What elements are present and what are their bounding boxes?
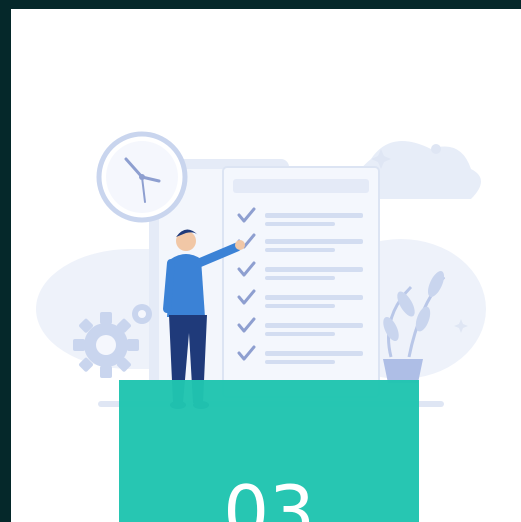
clock-icon	[96, 131, 188, 223]
checklist-illustration	[36, 131, 486, 409]
step-number: 03	[223, 470, 315, 522]
checklist-board	[222, 166, 380, 398]
step-card: 03	[11, 9, 521, 522]
step-number-badge: 03	[119, 380, 419, 522]
